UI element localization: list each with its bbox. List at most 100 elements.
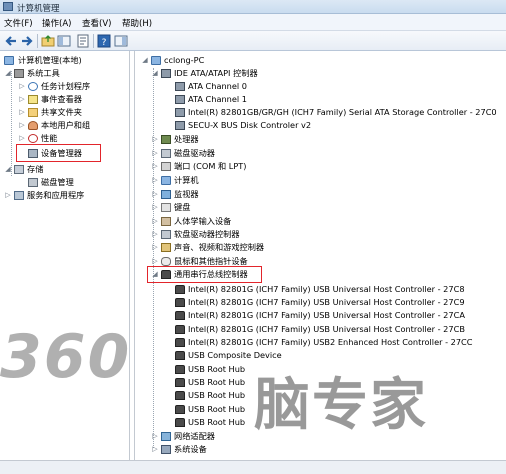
collapse-arrow-icon[interactable]: ◢ <box>4 67 12 80</box>
device-category-network-adapters[interactable]: ▷ 网络适配器 <box>151 430 501 443</box>
services-icon <box>14 191 24 200</box>
expand-arrow-icon[interactable]: ▷ <box>151 443 159 456</box>
expand-arrow-icon[interactable]: ▷ <box>4 189 12 202</box>
device-item-usb-composite[interactable]: USB Composite Device <box>165 349 501 362</box>
device-category-ports[interactable]: ▷ 端口 (COM 和 LPT) <box>151 160 501 173</box>
tree-node-computer-management[interactable]: 计算机管理(本地) <box>2 54 128 67</box>
device-category-computer[interactable]: ▷ 计算机 <box>151 174 501 187</box>
expand-arrow-icon[interactable]: ▷ <box>151 133 159 146</box>
ata-channel-icon <box>175 108 185 117</box>
expand-arrow-icon[interactable]: ▷ <box>151 215 159 228</box>
collapse-arrow-icon[interactable]: ◢ <box>151 67 159 80</box>
device-category-sound[interactable]: ▷ 声音、视频和游戏控制器 <box>151 241 501 254</box>
tree-guide-line <box>11 71 12 176</box>
menu-action[interactable]: 操作(A) <box>42 17 71 29</box>
usb-icon <box>175 405 185 414</box>
usb-icon <box>175 391 185 400</box>
ide-controller-icon <box>161 69 171 78</box>
device-item-secu-x-controller[interactable]: SECU-X BUS Disk Controler v2 <box>165 119 501 132</box>
port-icon <box>161 162 171 171</box>
device-category-floppy-controllers[interactable]: ▷ 软盘驱动器控制器 <box>151 228 501 241</box>
usb-icon <box>175 378 185 387</box>
toolbar-separator <box>93 34 94 48</box>
device-item-usb-27c9[interactable]: Intel(R) 82801G (ICH7 Family) USB Univer… <box>165 296 501 309</box>
computer-management-icon <box>3 2 13 11</box>
processor-icon <box>161 135 171 144</box>
device-item-ata-channel-1[interactable]: ATA Channel 1 <box>165 93 501 106</box>
device-category-hid[interactable]: ▷ 人体学输入设备 <box>151 215 501 228</box>
device-item-usb-27cb[interactable]: Intel(R) 82801G (ICH7 Family) USB Univer… <box>165 323 501 336</box>
tree-node-event-viewer[interactable]: ▷ 事件查看器 <box>18 93 128 106</box>
horizontal-scrollbar[interactable] <box>0 461 130 474</box>
device-category-monitors[interactable]: ▷ 监视器 <box>151 188 501 201</box>
device-category-ide[interactable]: ◢ IDE ATA/ATAPI 控制器 <box>151 67 501 80</box>
title-bar: 计算机管理 <box>0 0 506 14</box>
forward-arrow-icon[interactable] <box>20 34 34 48</box>
device-item-usb-root-hub[interactable]: USB Root Hub <box>165 389 501 402</box>
tree-node-task-scheduler[interactable]: ▷ 任务计划程序 <box>18 80 128 93</box>
highlight-box <box>16 144 101 162</box>
ata-channel-icon <box>175 121 185 130</box>
system-tools-icon <box>14 69 24 78</box>
mouse-icon <box>161 257 171 266</box>
floppy-controller-icon <box>161 230 171 239</box>
help-icon[interactable]: ? <box>97 34 111 48</box>
device-item-usb-root-hub[interactable]: USB Root Hub <box>165 376 501 389</box>
usb-icon <box>175 418 185 427</box>
computer-icon <box>151 56 161 65</box>
tree-node-shared-folders[interactable]: ▷ 共享文件夹 <box>18 106 128 119</box>
device-item-usb-root-hub[interactable]: USB Root Hub <box>165 403 501 416</box>
ata-channel-icon <box>175 95 185 104</box>
device-item-usb-27c8[interactable]: Intel(R) 82801G (ICH7 Family) USB Univer… <box>165 283 501 296</box>
up-folder-icon[interactable] <box>41 34 55 48</box>
menu-file[interactable]: 文件(F) <box>4 17 33 29</box>
expand-arrow-icon[interactable]: ▷ <box>151 241 159 254</box>
device-category-keyboards[interactable]: ▷ 键盘 <box>151 201 501 214</box>
expand-arrow-icon[interactable]: ▷ <box>151 147 159 160</box>
tree-node-local-users[interactable]: ▷ 本地用户和组 <box>18 119 128 132</box>
tree-node-storage[interactable]: ◢ 存储 <box>4 163 128 176</box>
expand-arrow-icon[interactable]: ▷ <box>151 160 159 173</box>
device-category-disk-drives[interactable]: ▷ 磁盘驱动器 <box>151 147 501 160</box>
status-bar <box>0 460 506 474</box>
menu-view[interactable]: 查看(V) <box>82 17 111 29</box>
expand-arrow-icon[interactable]: ▷ <box>18 106 26 119</box>
device-item-usb-root-hub[interactable]: USB Root Hub <box>165 416 501 429</box>
expand-arrow-icon[interactable]: ▷ <box>18 80 26 93</box>
console-icon[interactable] <box>114 34 128 48</box>
system-device-icon <box>161 445 171 454</box>
navigation-pane: 计算机管理(本地) ◢ 系统工具 ▷ 任务计划程序 ▷ 事件查看器 ▷ 共享文件… <box>0 51 130 460</box>
device-item-sata-controller[interactable]: Intel(R) 82801GB/GR/GH (ICH7 Family) Ser… <box>165 106 501 119</box>
expand-arrow-icon[interactable]: ▷ <box>151 430 159 443</box>
device-item-usb2-27cc[interactable]: Intel(R) 82801G (ICH7 Family) USB2 Enhan… <box>165 336 501 349</box>
device-category-system-devices[interactable]: ▷ 系统设备 <box>151 443 501 456</box>
device-item-usb-27ca[interactable]: Intel(R) 82801G (ICH7 Family) USB Univer… <box>165 309 501 322</box>
device-item-usb-root-hub[interactable]: USB Root Hub <box>165 363 501 376</box>
menu-bar: 文件(F) 操作(A) 查看(V) 帮助(H) <box>0 14 506 31</box>
tree-node-disk-management[interactable]: 磁盘管理 <box>18 176 128 189</box>
expand-arrow-icon[interactable]: ▷ <box>18 119 26 132</box>
collapse-arrow-icon[interactable]: ◢ <box>141 54 149 67</box>
window-title: 计算机管理 <box>17 4 60 14</box>
menu-help[interactable]: 帮助(H) <box>122 17 152 29</box>
device-item-ata-channel-0[interactable]: ATA Channel 0 <box>165 80 501 93</box>
properties-icon[interactable] <box>76 34 90 48</box>
back-arrow-icon[interactable] <box>4 34 18 48</box>
users-icon <box>28 121 38 130</box>
storage-icon <box>14 165 24 174</box>
show-tree-icon[interactable] <box>57 34 71 48</box>
expand-arrow-icon[interactable]: ▷ <box>151 201 159 214</box>
device-category-processor[interactable]: ▷ 处理器 <box>151 133 501 146</box>
tree-node-services-apps[interactable]: ▷ 服务和应用程序 <box>4 189 128 202</box>
toolbar: ? <box>0 31 506 51</box>
usb-icon <box>175 325 185 334</box>
expand-arrow-icon[interactable]: ▷ <box>151 188 159 201</box>
expand-arrow-icon[interactable]: ▷ <box>18 93 26 106</box>
expand-arrow-icon[interactable]: ▷ <box>151 174 159 187</box>
collapse-arrow-icon[interactable]: ◢ <box>4 163 12 176</box>
tree-node-system-tools[interactable]: ◢ 系统工具 <box>4 67 128 80</box>
device-tree-root[interactable]: ◢ cclong-PC <box>141 54 501 67</box>
expand-arrow-icon[interactable]: ▷ <box>151 228 159 241</box>
shared-folder-icon <box>28 108 38 117</box>
usb-icon <box>175 298 185 307</box>
